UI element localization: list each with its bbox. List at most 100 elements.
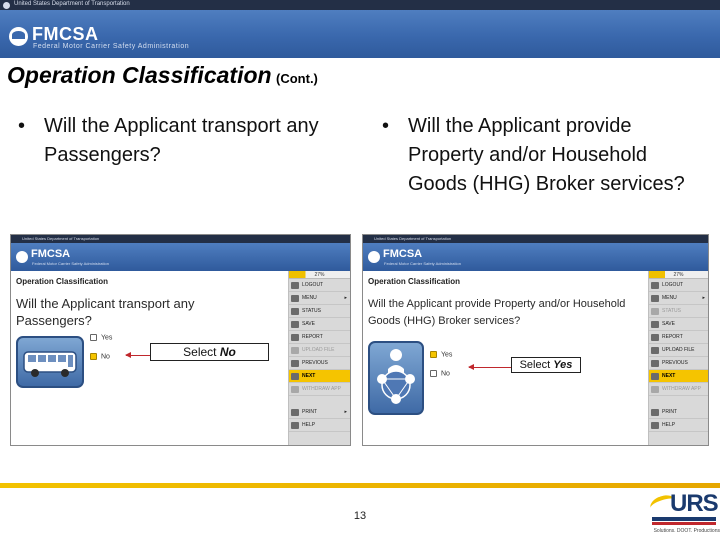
menu-label: LOGOUT — [662, 282, 684, 288]
menu-label: WITHDRAW APP — [662, 386, 701, 392]
brand-title: FMCSA — [383, 248, 423, 260]
report-icon — [291, 334, 299, 341]
menu-label: PREVIOUS — [302, 360, 328, 366]
fmcsa-header: FMCSA Federal Motor Carrier Safety Admin… — [11, 243, 350, 271]
bullet-text: Will the Applicant transport any Passeng… — [44, 115, 319, 166]
option-label: No — [441, 370, 450, 378]
bullet-mark: • — [18, 115, 26, 137]
bus-icon — [16, 336, 84, 388]
app-menu: 27% LOGOUT MENU ▸ STATUS SAVE REPORT UPLO… — [648, 271, 708, 445]
menu-label: SAVE — [302, 321, 315, 327]
agency-bar: United States Department of Transportati… — [11, 235, 350, 243]
status-icon — [651, 308, 659, 315]
checkbox-yes[interactable] — [90, 334, 97, 341]
callout-select-yes: Select Yes — [511, 357, 581, 373]
urs-band — [652, 517, 716, 521]
option-yes[interactable]: Yes — [430, 351, 452, 358]
question-line-2: Passengers? — [16, 313, 92, 328]
page-number: 13 — [353, 510, 367, 522]
menu-upload-file[interactable]: UPLOAD FILE — [649, 344, 708, 357]
menu-status[interactable]: STATUS — [289, 305, 350, 318]
brand-subtitle: Federal Motor Carrier Safety Administrat… — [33, 43, 190, 50]
menu-print[interactable]: PRINT ▸ — [289, 406, 350, 419]
menu-previous[interactable]: PREVIOUS — [289, 357, 350, 370]
menu-help[interactable]: HELP — [649, 419, 708, 432]
help-icon — [291, 422, 299, 429]
menu-label: PRINT — [662, 409, 677, 415]
brand-title: FMCSA — [31, 248, 71, 260]
progress-bar: 27% — [289, 271, 350, 279]
slide-title-main: Operation Classification — [7, 62, 272, 88]
callout-select-no: Select No — [150, 343, 269, 361]
menu-report[interactable]: REPORT — [649, 331, 708, 344]
option-no[interactable]: No — [90, 353, 110, 360]
menu-label: NEXT — [302, 373, 316, 379]
menu-label: REPORT — [662, 334, 683, 340]
fmcsa-logo-icon — [16, 251, 28, 263]
brand-title: FMCSA — [32, 24, 99, 44]
broker-network-icon — [368, 341, 424, 415]
urs-logo-text: URS — [670, 490, 719, 517]
option-yes[interactable]: Yes — [90, 334, 112, 341]
checkbox-yes[interactable] — [430, 351, 437, 358]
print-icon — [291, 409, 299, 416]
menu-save[interactable]: SAVE — [289, 318, 350, 331]
save-icon — [651, 321, 659, 328]
bullet-broker: • Will the Applicant provide Property an… — [382, 112, 702, 199]
brand-subtitle: Federal Motor Carrier Safety Administrat… — [32, 261, 109, 266]
menu-label: MENU — [302, 295, 317, 301]
menu-label: HELP — [302, 422, 316, 428]
menu-next[interactable]: NEXT — [289, 370, 350, 383]
broker-network-graphic — [377, 349, 415, 404]
fmcsa-header: FMCSA Federal Motor Carrier Safety Admin… — [0, 10, 720, 58]
brand-subtitle: Federal Motor Carrier Safety Administrat… — [384, 261, 461, 266]
menu-menu[interactable]: MENU ▸ — [649, 292, 708, 305]
logout-icon — [291, 282, 299, 289]
menu-upload-file[interactable]: UPLOAD FILE — [289, 344, 350, 357]
help-icon — [651, 422, 659, 429]
menu-logout[interactable]: LOGOUT — [289, 279, 350, 292]
urs-band-red — [652, 522, 716, 525]
withdraw-icon — [651, 386, 659, 393]
chevron-right-icon: ▸ — [344, 295, 347, 301]
menu-label: SAVE — [662, 321, 675, 327]
menu-status[interactable]: STATUS — [649, 305, 708, 318]
option-no[interactable]: No — [430, 370, 450, 377]
menu-previous[interactable]: PREVIOUS — [649, 357, 708, 370]
agency-bar-text: United States Department of Transportati… — [22, 236, 100, 241]
menu-withdraw-app[interactable]: WITHDRAW APP — [289, 383, 350, 396]
checkbox-no[interactable] — [430, 370, 437, 377]
callout-value: No — [219, 345, 236, 359]
agency-bar: United States Department of Transportati… — [0, 0, 720, 10]
menu-icon — [291, 295, 299, 302]
page-title: Operation Classification — [16, 277, 109, 286]
withdraw-icon — [291, 386, 299, 393]
menu-help[interactable]: HELP — [289, 419, 350, 432]
slide-title: Operation Classification (Cont.) — [7, 62, 318, 89]
fmcsa-header: FMCSA Federal Motor Carrier Safety Admin… — [363, 243, 708, 271]
menu-save[interactable]: SAVE — [649, 318, 708, 331]
menu-label: UPLOAD FILE — [302, 347, 335, 353]
menu-report[interactable]: REPORT — [289, 331, 350, 344]
chevron-right-icon: ▸ — [702, 295, 705, 301]
checkbox-no[interactable] — [90, 353, 97, 360]
option-label: Yes — [101, 334, 113, 342]
screenshot-broker: United States Department of Transportati… — [362, 234, 709, 446]
menu-label: MENU — [662, 295, 677, 301]
menu-label: WITHDRAW APP — [302, 386, 341, 392]
menu-withdraw-app[interactable]: WITHDRAW APP — [649, 383, 708, 396]
menu-menu[interactable]: MENU ▸ — [289, 292, 350, 305]
status-icon — [291, 308, 299, 315]
agency-bar-text: United States Department of Transportati… — [14, 1, 130, 7]
menu-label: LOGOUT — [302, 282, 324, 288]
menu-label: STATUS — [662, 308, 681, 314]
logout-icon — [651, 282, 659, 289]
menu-next[interactable]: NEXT — [649, 370, 708, 383]
menu-print[interactable]: PRINT — [649, 406, 708, 419]
menu-logout[interactable]: LOGOUT — [649, 279, 708, 292]
callout-arrow — [468, 364, 511, 370]
menu-label: STATUS — [302, 308, 321, 314]
menu-label: HELP — [662, 422, 676, 428]
question-line-1: Will the Applicant provide Property and/… — [368, 298, 626, 310]
urs-tagline: Solutions. DOOT. Productions — [653, 528, 720, 534]
